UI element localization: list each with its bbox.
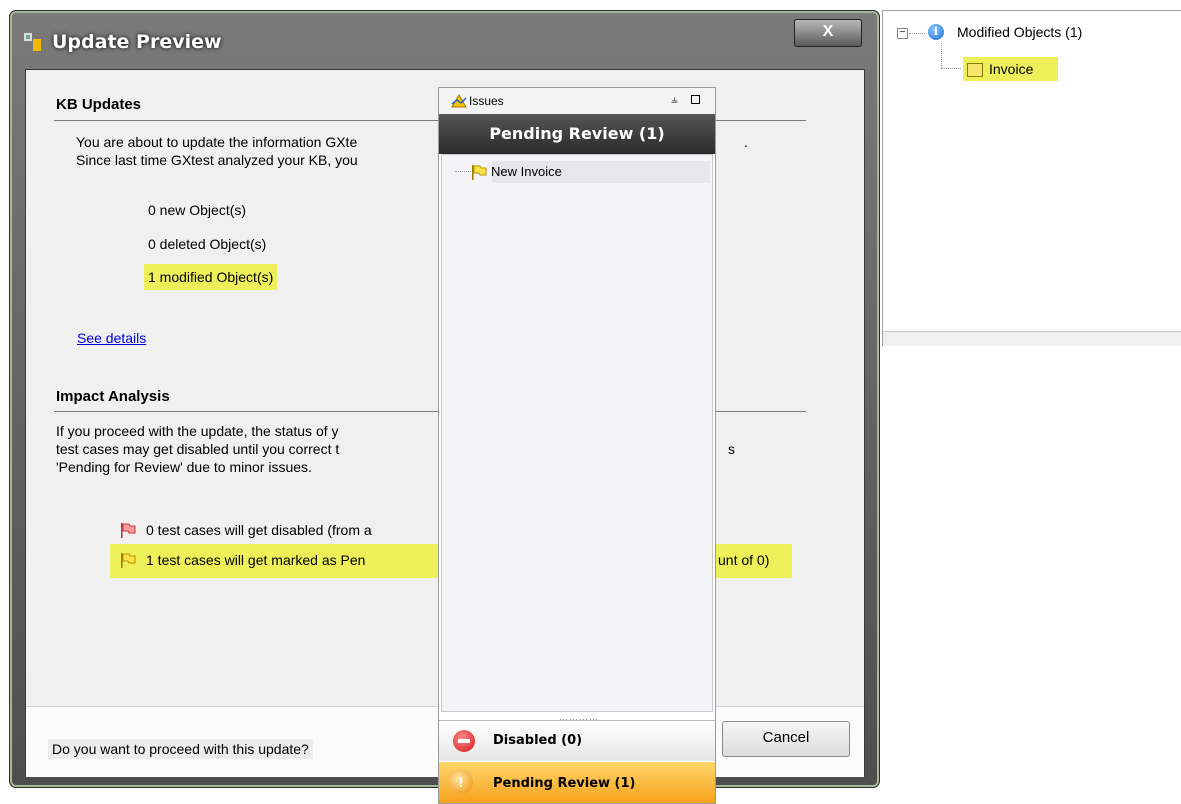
disabled-test-cases-text: 0 test cases will get disabled (from a [146, 522, 372, 538]
proceed-question: Do you want to proceed with this update? [48, 739, 313, 759]
impact-line-2: test cases may get disabled until you co… [56, 441, 340, 457]
info-icon: i [928, 24, 944, 40]
pending-review-category-button[interactable]: ! Pending Review (1) [439, 762, 715, 803]
red-flag-icon [121, 523, 136, 538]
tree-connector [941, 68, 961, 69]
deleted-objects-count: 0 deleted Object(s) [148, 236, 267, 252]
impact-line-1: If you proceed with the update, the stat… [56, 423, 339, 439]
pin-icon[interactable]: ⫨ [671, 92, 678, 107]
impact-analysis-heading: Impact Analysis [56, 388, 170, 405]
yellow-flag-icon [121, 553, 136, 568]
warning-icon: ! [449, 770, 473, 794]
maximize-icon[interactable] [691, 95, 700, 104]
issues-panel-header[interactable]: Issues ⫨ [439, 88, 715, 114]
transaction-icon [967, 63, 983, 77]
close-button[interactable]: X [794, 19, 862, 47]
tree-connector [941, 43, 942, 68]
modified-objects-count: 1 modified Object(s) [144, 264, 278, 290]
disabled-category-label: Disabled (0) [493, 733, 583, 748]
pending-review-header: Pending Review (1) [439, 114, 715, 154]
issues-tree [441, 154, 713, 712]
impact-line-2-tail: s [728, 441, 735, 457]
panel-status-strip [883, 331, 1181, 346]
cancel-button[interactable]: Cancel [722, 721, 850, 757]
app-icon [24, 33, 41, 51]
impact-line-3: 'Pending for Review' due to minor issues… [56, 459, 312, 475]
tree-connector [455, 171, 471, 172]
disabled-category-button[interactable]: Disabled (0) [439, 720, 715, 761]
issues-panel: Issues ⫨ Pending Review (1) New Invoice … [438, 87, 716, 804]
kb-updates-heading: KB Updates [56, 96, 142, 113]
new-invoice-item[interactable]: New Invoice [491, 164, 562, 179]
dialog-title: Update Preview [52, 31, 222, 53]
stop-icon [453, 730, 475, 752]
tree-connector [909, 33, 925, 34]
issues-icon [451, 94, 467, 108]
title-bar[interactable]: Update Preview X [10, 11, 879, 67]
issues-panel-title: Issues [469, 94, 504, 108]
yellow-flag-icon [472, 165, 487, 180]
see-details-link[interactable]: See details [77, 330, 146, 346]
pending-test-cases-text: 1 test cases will get marked as Pen [146, 552, 366, 568]
modified-objects-panel: − i Modified Objects (1) Invoice [882, 10, 1181, 346]
pending-review-category-label: Pending Review (1) [493, 776, 636, 791]
kb-updates-line-1-tail: . [744, 134, 748, 150]
collapse-icon[interactable]: − [897, 28, 908, 39]
kb-updates-line-1: You are about to update the information … [76, 134, 358, 150]
new-objects-count: 0 new Object(s) [148, 202, 247, 218]
invoice-tree-item[interactable]: Invoice [987, 60, 1036, 78]
modified-objects-root[interactable]: Modified Objects (1) [957, 24, 1082, 40]
kb-updates-line-2: Since last time GXtest analyzed your KB,… [76, 152, 358, 168]
pending-test-cases-tail: unt of 0) [718, 552, 770, 568]
